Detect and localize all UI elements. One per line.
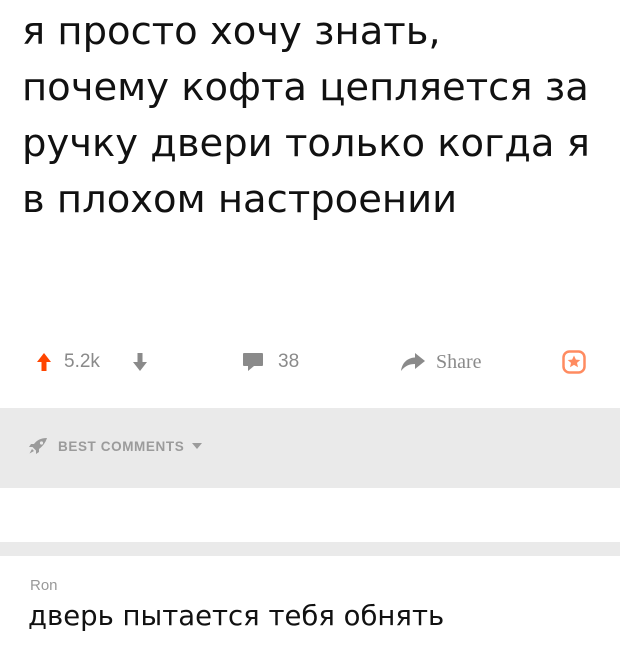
save-button[interactable] bbox=[562, 350, 586, 374]
upvote-button[interactable] bbox=[36, 350, 52, 374]
post-title-line: ручку двери только когда я bbox=[22, 121, 590, 166]
comment-text: дверь пытается тебя обнять bbox=[28, 600, 445, 632]
comment-author[interactable]: Ron bbox=[30, 577, 58, 594]
post-page: я просто хочу знать, почему кофта цепляе… bbox=[0, 0, 620, 647]
comments-sort-dropdown[interactable]: BEST COMMENTS bbox=[28, 437, 203, 455]
comments-sort-bar: BEST COMMENTS bbox=[0, 408, 620, 488]
star-icon bbox=[562, 350, 586, 374]
share-button[interactable]: Share bbox=[400, 350, 482, 374]
comments-spacer bbox=[0, 488, 620, 542]
share-label: Share bbox=[436, 350, 482, 373]
post-title: я просто хочу знать, почему кофта цепляе… bbox=[22, 4, 612, 228]
post-title-line: я просто хочу знать, bbox=[22, 9, 441, 54]
comments-sort-label: BEST COMMENTS bbox=[58, 438, 185, 454]
speech-bubble-icon bbox=[243, 353, 263, 371]
rocket-icon bbox=[29, 438, 47, 454]
post-action-bar: 5.2k 38 Share bbox=[0, 342, 620, 382]
comments-count: 38 bbox=[278, 351, 300, 372]
post-title-line: почему кофта цепляется за bbox=[22, 65, 589, 110]
vote-score: 5.2k bbox=[64, 350, 100, 374]
downvote-button[interactable] bbox=[132, 350, 148, 374]
arrow-down-icon bbox=[133, 353, 147, 371]
chevron-down-icon bbox=[192, 443, 203, 449]
arrow-up-icon bbox=[37, 353, 51, 371]
comments-button[interactable]: 38 bbox=[242, 350, 299, 374]
section-divider bbox=[0, 542, 620, 556]
vote-score-value: 5.2k bbox=[64, 351, 100, 372]
post-title-line: в плохом настроении bbox=[22, 177, 458, 222]
share-arrow-icon bbox=[401, 353, 425, 371]
